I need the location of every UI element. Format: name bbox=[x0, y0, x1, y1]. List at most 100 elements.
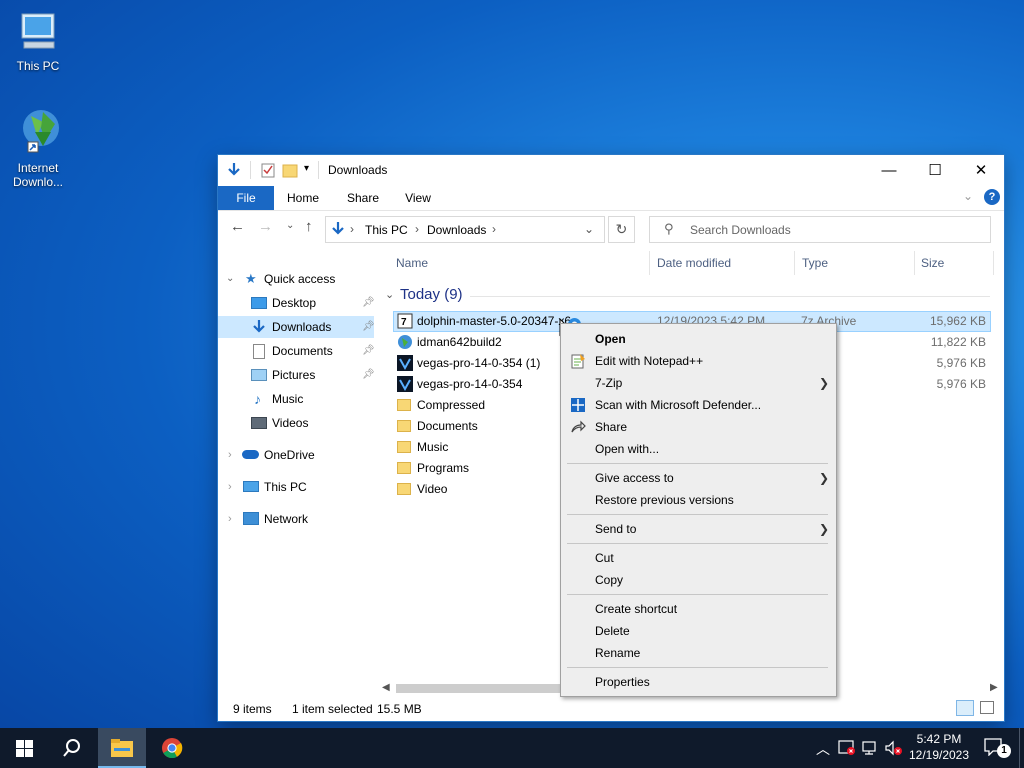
menu-item-label: Give access to bbox=[595, 471, 674, 485]
chevron-right-icon: › bbox=[228, 449, 232, 461]
address-dropdown-icon[interactable]: ⌄ bbox=[584, 222, 594, 236]
pin-icon[interactable]: 📌︎ bbox=[362, 316, 375, 338]
column-header-date[interactable]: Date modified bbox=[657, 251, 731, 275]
refresh-button[interactable]: ↻ bbox=[608, 216, 635, 243]
nav-item-network[interactable]: › Network bbox=[218, 508, 374, 530]
column-separator[interactable] bbox=[993, 251, 994, 275]
breadcrumb-downloads[interactable]: Downloads bbox=[427, 223, 486, 237]
menu-item-give-access[interactable]: Give access to ❯ bbox=[561, 467, 836, 489]
breadcrumb-this-pc[interactable]: This PC bbox=[365, 223, 408, 237]
column-header-type[interactable]: Type bbox=[802, 251, 828, 275]
star-icon: ★ bbox=[245, 271, 257, 286]
column-separator[interactable] bbox=[794, 251, 795, 275]
menu-item-create-shortcut[interactable]: Create shortcut bbox=[561, 598, 836, 620]
maximize-button[interactable]: ☐ bbox=[912, 155, 958, 186]
desktop-icon-this-pc[interactable]: This PC bbox=[0, 10, 76, 73]
nav-item-desktop[interactable]: Desktop 📌︎ bbox=[218, 292, 375, 314]
back-arrow-icon[interactable]: ← bbox=[230, 218, 245, 235]
menu-item-label: Open with... bbox=[595, 442, 660, 456]
nav-label: OneDrive bbox=[264, 448, 315, 462]
group-header-today[interactable]: Today (9) bbox=[400, 286, 463, 303]
desktop-icon-idm[interactable]: Internet Downlo... bbox=[0, 106, 76, 189]
window-title: Downloads bbox=[328, 163, 388, 177]
chevron-right-icon: › bbox=[228, 481, 232, 493]
download-arrow-icon bbox=[228, 163, 240, 176]
file-name: Compressed bbox=[417, 398, 486, 412]
chevron-down-icon: ⌄ bbox=[226, 273, 235, 284]
volume-muted-icon[interactable] bbox=[885, 740, 903, 756]
column-separator[interactable] bbox=[914, 251, 915, 275]
quick-access-toolbar-dropdown[interactable]: ▾ bbox=[304, 163, 309, 174]
forward-arrow-icon[interactable]: → bbox=[258, 218, 273, 235]
menu-item-copy[interactable]: Copy bbox=[561, 569, 836, 591]
scroll-left-icon[interactable]: ◀ bbox=[382, 682, 390, 693]
close-button[interactable]: ✕ bbox=[958, 155, 1004, 186]
nav-item-onedrive[interactable]: › OneDrive bbox=[218, 444, 374, 466]
nav-label: Pictures bbox=[272, 368, 316, 382]
chevron-down-icon[interactable]: ⌄ bbox=[385, 288, 394, 301]
network-icon[interactable] bbox=[862, 740, 880, 756]
security-alert-icon[interactable] bbox=[838, 740, 856, 756]
folder-icon bbox=[397, 418, 413, 434]
nav-item-pictures[interactable]: Pictures 📌︎ bbox=[218, 364, 375, 386]
start-button[interactable] bbox=[0, 728, 48, 768]
chevron-down-icon[interactable]: ⌄ bbox=[963, 189, 973, 203]
taskbar-file-explorer[interactable] bbox=[98, 728, 146, 768]
nav-quick-access[interactable]: ⌄ ★ Quick access bbox=[218, 268, 374, 290]
menu-item-label: Send to bbox=[595, 522, 637, 536]
nav-item-music[interactable]: ♪ Music bbox=[218, 388, 374, 410]
file-name: idman642build2 bbox=[417, 335, 502, 349]
menu-item-label: Properties bbox=[595, 675, 650, 689]
tab-file[interactable]: File bbox=[218, 186, 274, 210]
details-view-icon[interactable] bbox=[956, 700, 974, 716]
clock-date: 12/19/2023 bbox=[908, 748, 970, 762]
taskbar-clock[interactable]: 5:42 PM 12/19/2023 bbox=[904, 731, 974, 763]
minimize-button[interactable]: — bbox=[866, 155, 912, 186]
large-icons-view-icon[interactable] bbox=[980, 701, 994, 714]
menu-item-open[interactable]: Open bbox=[561, 328, 836, 350]
search-input[interactable]: ⚲ Search Downloads bbox=[649, 216, 991, 243]
column-header-name[interactable]: Name bbox=[396, 251, 428, 275]
network-icon bbox=[243, 512, 259, 525]
nav-item-videos[interactable]: Videos bbox=[218, 412, 374, 434]
tab-home[interactable]: Home bbox=[282, 186, 324, 210]
menu-item-properties[interactable]: Properties bbox=[561, 671, 836, 693]
pin-icon[interactable]: 📌︎ bbox=[362, 364, 375, 386]
ribbon-tabs: File Home Share View ⌄ ? bbox=[218, 186, 1004, 211]
pin-icon[interactable]: 📌︎ bbox=[362, 292, 375, 314]
taskbar-chrome[interactable] bbox=[148, 728, 196, 768]
menu-item-share[interactable]: Share bbox=[561, 416, 836, 438]
column-separator[interactable] bbox=[649, 251, 650, 275]
address-bar[interactable]: › This PC › Downloads › ⌄ bbox=[325, 216, 605, 243]
tab-view[interactable]: View bbox=[398, 186, 438, 210]
scroll-right-icon[interactable]: ▶ bbox=[990, 682, 998, 693]
recent-locations-chevron-icon[interactable]: ⌄ bbox=[286, 220, 294, 231]
nav-item-this-pc[interactable]: › This PC bbox=[218, 476, 374, 498]
properties-quick-icon[interactable] bbox=[260, 162, 276, 178]
pin-icon[interactable]: 📌︎ bbox=[362, 340, 375, 362]
download-arrow-icon bbox=[253, 320, 265, 333]
menu-item-7zip[interactable]: 7-Zip ❯ bbox=[561, 372, 836, 394]
tab-share[interactable]: Share bbox=[340, 186, 386, 210]
menu-item-open-with[interactable]: Open with... bbox=[561, 438, 836, 460]
column-header-size[interactable]: Size bbox=[921, 251, 944, 275]
menu-item-send-to[interactable]: Send to ❯ bbox=[561, 518, 836, 540]
menu-item-scan-defender[interactable]: Scan with Microsoft Defender... bbox=[561, 394, 836, 416]
help-icon[interactable]: ? bbox=[984, 189, 1000, 205]
new-folder-quick-icon[interactable] bbox=[282, 162, 298, 178]
up-arrow-icon[interactable]: ↑ bbox=[305, 218, 313, 235]
search-icon: ⚲ bbox=[664, 221, 674, 236]
search-button[interactable] bbox=[48, 728, 96, 768]
clock-time: 5:42 PM bbox=[916, 732, 962, 746]
nav-item-documents[interactable]: Documents 📌︎ bbox=[218, 340, 375, 362]
menu-item-delete[interactable]: Delete bbox=[561, 620, 836, 642]
menu-item-cut[interactable]: Cut bbox=[561, 547, 836, 569]
menu-item-edit-notepad[interactable]: Edit with Notepad++ bbox=[561, 350, 836, 372]
title-bar[interactable]: ▾ Downloads — ☐ ✕ bbox=[218, 155, 1004, 186]
nav-item-downloads[interactable]: Downloads 📌︎ bbox=[218, 316, 375, 338]
menu-item-rename[interactable]: Rename bbox=[561, 642, 836, 664]
notifications-button[interactable]: 1 bbox=[980, 736, 1011, 760]
chevron-up-icon[interactable]: ︿ bbox=[816, 739, 830, 759]
show-desktop-button[interactable] bbox=[1019, 728, 1024, 768]
menu-item-restore-versions[interactable]: Restore previous versions bbox=[561, 489, 836, 511]
